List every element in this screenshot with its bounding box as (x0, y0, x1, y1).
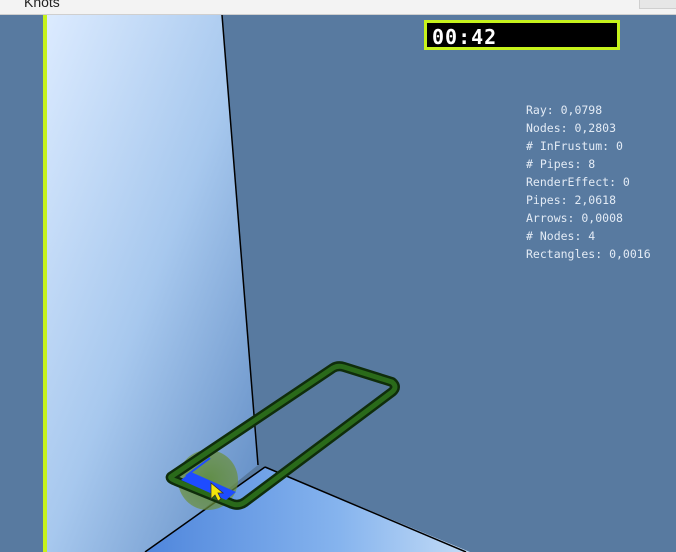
left-border-line (43, 15, 47, 552)
timer-text: 00:42 (432, 25, 498, 49)
stat-pipes-count: # Pipes: 8 (526, 157, 596, 171)
stat-infrustum: # InFrustum: 0 (526, 139, 623, 153)
close-button[interactable] (639, 0, 676, 9)
stat-arrows: Arrows: 0,0008 (526, 211, 623, 225)
stat-rendereffect: RenderEffect: 0 (526, 175, 630, 189)
stat-ray: Ray: 0,0798 (526, 103, 603, 117)
stat-nodes-time: Nodes: 0,2803 (526, 121, 617, 135)
timer-display: 00:42 (424, 20, 620, 50)
stat-rectangles: Rectangles: 0,0016 (526, 247, 651, 261)
game-viewport[interactable] (0, 15, 676, 552)
title-bar: Knots (0, 0, 676, 15)
debug-stats-panel: Ray: 0,0798 Nodes: 0,2803 # InFrustum: 0… (526, 101, 651, 263)
stat-pipes-time: Pipes: 2,0618 (526, 193, 617, 207)
window-title: Knots (24, 0, 60, 10)
stat-nodes-count: # Nodes: 4 (526, 229, 596, 243)
